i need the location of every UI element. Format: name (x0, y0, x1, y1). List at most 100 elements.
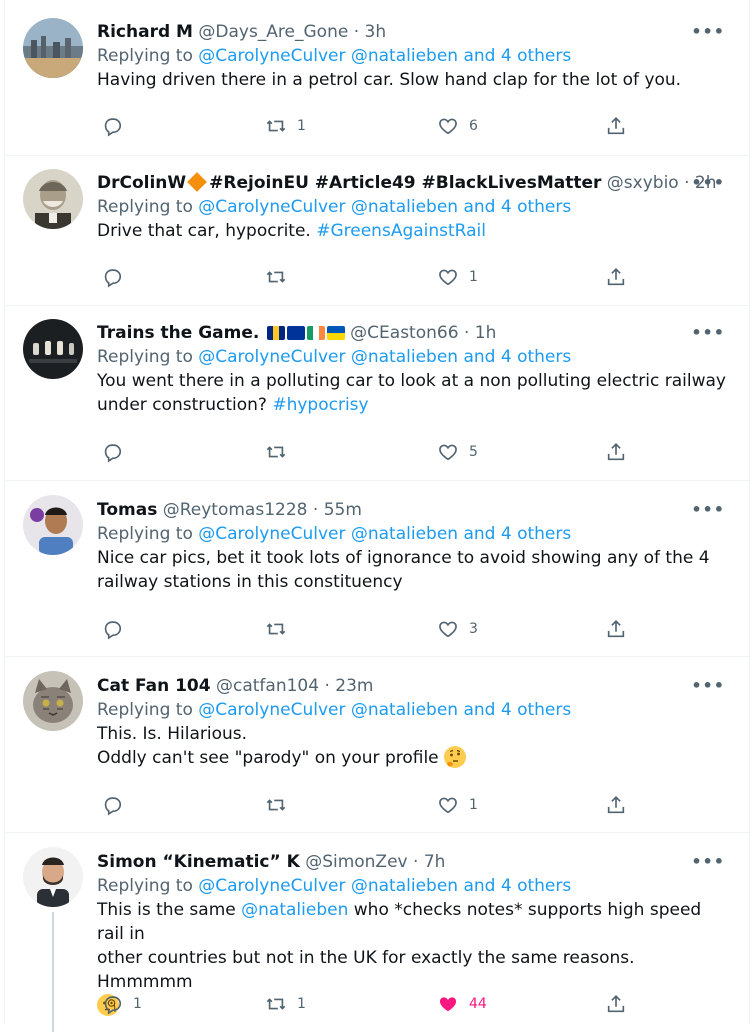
replying-to-label: Replying to (97, 700, 193, 720)
and-label[interactable]: and (463, 700, 495, 720)
author-handle[interactable]: @Reytomas1228 (163, 500, 308, 520)
avatar[interactable] (23, 671, 83, 731)
more-options-icon[interactable]: ••• (691, 22, 725, 41)
reply-button[interactable] (101, 791, 133, 819)
retweet-button[interactable] (265, 615, 297, 643)
share-button[interactable] (605, 263, 627, 291)
and-label[interactable]: and (463, 197, 495, 217)
mention-link[interactable]: @natalieben (351, 524, 458, 544)
mention-link[interactable]: @CarolyneCulver (198, 524, 345, 544)
mention-link[interactable]: @natalieben (241, 900, 348, 920)
more-options-icon[interactable]: ••• (691, 676, 725, 695)
others-link[interactable]: 4 others (501, 347, 571, 367)
author-name[interactable]: DrColinW (97, 173, 186, 193)
mention-link[interactable]: @natalieben (351, 197, 458, 217)
author-handle[interactable]: @catfan104 (216, 676, 319, 696)
share-button[interactable] (605, 990, 627, 1018)
timestamp[interactable]: 7h (424, 852, 446, 872)
timestamp[interactable]: 55m (324, 500, 362, 520)
and-label[interactable]: and (463, 347, 495, 367)
mention-link[interactable]: @CarolyneCulver (198, 46, 345, 66)
share-button[interactable] (605, 615, 627, 643)
more-options-icon[interactable]: ••• (691, 852, 725, 871)
share-icon (605, 115, 627, 137)
reply-button[interactable]: 1 (101, 990, 142, 1018)
more-options-icon[interactable]: ••• (691, 173, 725, 192)
author-handle[interactable]: @Days_Are_Gone (198, 22, 348, 42)
like-button[interactable]: 6 (437, 112, 478, 140)
and-label[interactable]: and (463, 46, 495, 66)
retweet-button[interactable] (265, 438, 297, 466)
mention-link[interactable]: @CarolyneCulver (198, 876, 345, 896)
more-options-icon[interactable]: ••• (691, 323, 725, 342)
others-link[interactable]: 4 others (501, 46, 571, 66)
timestamp[interactable]: 23m (335, 676, 373, 696)
like-button[interactable]: 3 (437, 615, 478, 643)
like-button[interactable]: 1 (437, 791, 478, 819)
others-link[interactable]: 4 others (501, 197, 571, 217)
author-name[interactable]: Tomas (97, 500, 157, 520)
mention-link[interactable]: @natalieben (351, 46, 458, 66)
and-label[interactable]: and (463, 876, 495, 896)
reply-button[interactable] (101, 263, 133, 291)
retweet-icon (265, 993, 287, 1015)
mention-link[interactable]: @natalieben (351, 347, 458, 367)
hashtag-link[interactable]: #hypocrisy (272, 395, 368, 415)
like-button[interactable]: 5 (437, 438, 478, 466)
reply-button[interactable] (101, 438, 133, 466)
retweet-icon (265, 618, 287, 640)
hashtag-link[interactable]: #GreensAgainstRail (316, 221, 486, 241)
others-link[interactable]: 4 others (501, 876, 571, 896)
reply-button[interactable] (101, 615, 133, 643)
author-handle[interactable]: @SimonZev (305, 852, 407, 872)
like-button[interactable]: 1 (437, 263, 478, 291)
author-handle[interactable]: @CEaston66 (350, 323, 458, 343)
tweet-actions: 1 1 44 (97, 990, 637, 1018)
replying-to: Replying to @CarolyneCulver @natalieben … (97, 698, 727, 722)
retweet-button[interactable]: 1 (265, 990, 306, 1018)
tweet-actions: 1 (97, 263, 637, 291)
share-button[interactable] (605, 791, 627, 819)
author-name[interactable]: Simon “Kinematic” K (97, 852, 300, 872)
like-count: 1 (469, 269, 478, 285)
others-link[interactable]: 4 others (501, 700, 571, 720)
retweet-button[interactable]: 1 (265, 112, 306, 140)
heart-icon (437, 794, 459, 816)
mention-link[interactable]: @CarolyneCulver (198, 700, 345, 720)
retweet-button[interactable] (265, 263, 297, 291)
mention-link[interactable]: @natalieben (351, 876, 458, 896)
tweet-reply[interactable]: Trains the Game. @CEaston66 · 1h Replyin… (5, 305, 749, 481)
tweet-reply[interactable]: Cat Fan 104 @catfan104 · 23m Replying to… (5, 656, 749, 833)
share-button[interactable] (605, 438, 627, 466)
timestamp[interactable]: 3h (365, 22, 387, 42)
others-link[interactable]: 4 others (501, 524, 571, 544)
retweet-button[interactable] (265, 791, 297, 819)
avatar[interactable] (23, 495, 83, 555)
share-button[interactable] (605, 112, 627, 140)
like-count: 3 (469, 621, 478, 637)
author-name[interactable]: Richard M (97, 22, 193, 42)
author-handle[interactable]: @sxybio (607, 173, 679, 193)
text-line: You went there in a polluting car to loo… (97, 371, 726, 391)
tweet-reply[interactable]: DrColinW #RejoinEU #Article49 #BlackLives… (5, 155, 749, 306)
mention-link[interactable]: @CarolyneCulver (198, 347, 345, 367)
author-name-tags[interactable]: #RejoinEU #Article49 #BlackLivesMatter (209, 173, 601, 193)
and-label[interactable]: and (463, 524, 495, 544)
mention-link[interactable]: @CarolyneCulver (198, 197, 345, 217)
avatar[interactable] (23, 319, 83, 379)
author-name[interactable]: Trains the Game. (97, 323, 259, 343)
author-name[interactable]: Cat Fan 104 (97, 676, 211, 696)
mention-link[interactable]: @natalieben (351, 700, 458, 720)
more-options-icon[interactable]: ••• (691, 500, 725, 519)
avatar[interactable] (23, 847, 83, 907)
tweet-reply[interactable]: Tomas @Reytomas1228 · 55m Replying to @C… (5, 480, 749, 657)
timestamp[interactable]: 1h (475, 323, 497, 343)
avatar[interactable] (23, 169, 83, 229)
reply-button[interactable] (101, 112, 133, 140)
like-button[interactable]: 44 (437, 990, 487, 1018)
avatar[interactable] (23, 18, 83, 78)
reply-icon (101, 618, 123, 640)
tweet-reply[interactable]: Richard M @Days_Are_Gone · 3h Replying t… (5, 0, 749, 156)
reply-count: 1 (133, 996, 142, 1012)
tweet-reply[interactable]: Simon “Kinematic” K @SimonZev · 7h Reply… (5, 832, 749, 1032)
